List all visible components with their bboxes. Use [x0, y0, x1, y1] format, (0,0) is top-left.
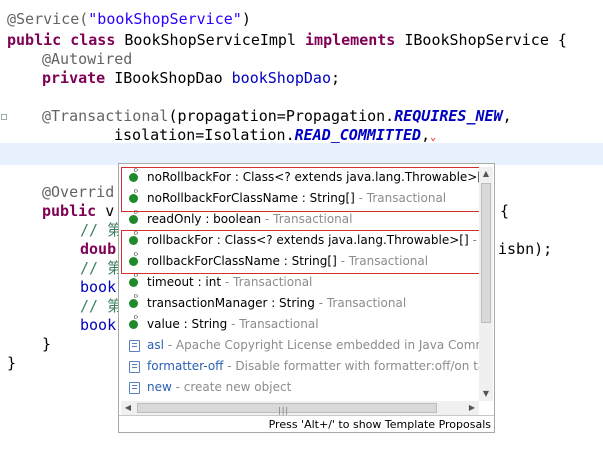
- proposal-item[interactable]: ᴰ noRollbackForClassName : String[] - Tra…: [121, 188, 479, 209]
- code-text: }: [7, 354, 17, 372]
- green-circle-icon: ᴰ: [129, 189, 138, 203]
- proposal-item[interactable]: ᴰ transactionManager : String - Transacti…: [121, 293, 479, 314]
- proposal-source: - Transactional: [336, 254, 429, 268]
- scroll-up-icon[interactable]: ▲: [479, 167, 493, 181]
- field-name: book: [80, 278, 117, 296]
- green-circle-icon: ᴰ: [129, 252, 138, 266]
- green-circle-icon: ᴰ: [129, 273, 138, 287]
- code-line-11-tail: isbn);: [498, 238, 552, 260]
- scroll-right-icon[interactable]: ▶: [465, 401, 479, 415]
- keyword: doub: [80, 240, 117, 258]
- keyword: public: [42, 202, 97, 220]
- string-literal: "bookShopService": [88, 10, 242, 28]
- code-text: IBookShopService {: [395, 31, 567, 49]
- comment: // 第: [80, 221, 123, 239]
- proposal-name: new: [147, 380, 172, 394]
- code-text: v: [96, 202, 115, 220]
- scroll-thumb[interactable]: [481, 183, 491, 323]
- scroll-left-icon[interactable]: ◀: [121, 401, 135, 415]
- code-text: isbn);: [498, 240, 553, 258]
- annotation: @Autowired: [42, 50, 133, 68]
- proposal-source: - Transactional: [227, 317, 319, 331]
- proposal-name: asl: [147, 338, 164, 352]
- code-text: }: [42, 335, 52, 353]
- annotation: @Overrid: [42, 183, 115, 201]
- code-text: ): [241, 10, 251, 28]
- proposal-name: noRollbackForClassName : String[]: [147, 191, 355, 205]
- keyword: private: [42, 69, 106, 87]
- proposal-item[interactable]: ᴰ noRollbackFor : Class<? extends java.la…: [121, 167, 479, 188]
- code-line-15: book: [80, 314, 116, 336]
- annotation: @Transactional: [42, 107, 169, 125]
- proposal-list[interactable]: ᴰ noRollbackFor : Class<? extends java.la…: [121, 167, 479, 401]
- constant: READ_COMMITTED: [294, 126, 422, 144]
- proposal-source: - Disable formatter with formatter:off/o…: [223, 359, 479, 373]
- vertical-scrollbar[interactable]: ▲ ▼: [479, 167, 493, 401]
- proposal-source: - Apache Copyright License embedded in J…: [163, 338, 479, 352]
- field-name: book: [80, 316, 117, 334]
- proposal-item[interactable]: ᴰ rollbackForClassName : String[] - Trans…: [121, 251, 479, 272]
- scroll-down-icon[interactable]: ▼: [479, 387, 493, 401]
- proposal-item[interactable]: ᴰ rollbackFor : Class<? extends java.lang…: [121, 230, 479, 251]
- proposal-item[interactable]: new - create new object: [121, 377, 479, 398]
- keyword: public: [7, 31, 62, 49]
- proposal-name: rollbackForClassName : String[]: [147, 254, 337, 268]
- field-name: bookShopDao: [231, 69, 331, 87]
- template-icon: [129, 361, 140, 373]
- code-line-4: private IBookShopDao bookShopDao;: [42, 67, 340, 89]
- scroll-thumb[interactable]: |||: [137, 403, 437, 415]
- code-text: (propagation=Propagation.: [168, 107, 395, 125]
- keyword: class: [70, 31, 116, 49]
- code-text: ;: [331, 69, 341, 87]
- proposal-name: timeout : int: [147, 275, 222, 289]
- proposal-item[interactable]: ᴰ timeout : int - Transactional: [121, 272, 479, 293]
- code-text: {: [500, 202, 510, 220]
- proposal-name: readOnly : boolean: [147, 212, 262, 226]
- code-line-9-tail: {: [500, 200, 509, 222]
- status-hint: Press 'Alt+/' to show Template Proposals: [119, 415, 494, 432]
- green-circle-icon: ᴰ: [129, 168, 138, 182]
- content-assist-popup[interactable]: ᴰ noRollbackFor : Class<? extends java.la…: [118, 163, 495, 433]
- proposal-source: - Transactional: [221, 275, 313, 289]
- template-icon: [129, 340, 140, 352]
- code-text: ,: [421, 126, 431, 144]
- grip-icon: |||: [278, 406, 290, 415]
- comment: // 第: [80, 297, 123, 315]
- proposal-name: value : String: [147, 317, 228, 331]
- green-circle-icon: ᴰ: [129, 294, 138, 308]
- proposal-source: - Transactional: [314, 296, 407, 310]
- proposal-source: - create new object: [171, 380, 292, 394]
- class-name: BookShopServiceImpl: [115, 31, 306, 49]
- code-text: IBookShopDao: [105, 69, 232, 87]
- horizontal-scrollbar[interactable]: ◀ ||| ▶: [121, 401, 479, 415]
- annotation: @Service(: [7, 10, 89, 28]
- error-marker-icon: ⌄: [430, 132, 437, 143]
- proposal-name: noRollbackFor : Class<? extends java.lan…: [147, 170, 479, 184]
- code-text: ,: [502, 107, 512, 125]
- proposal-source: - Transactional: [354, 191, 447, 205]
- current-line[interactable]: [0, 143, 603, 165]
- proposal-name: transactionManager : String: [147, 296, 315, 310]
- code-line-16: }: [42, 333, 51, 355]
- green-circle-icon: ᴰ: [129, 231, 138, 245]
- code-line-1: @Service("bookShopService"): [7, 8, 251, 30]
- proposal-source: - Tr: [472, 233, 479, 247]
- code-text: isolation=Isolation.: [114, 126, 295, 144]
- proposal-source: - Transactional: [261, 212, 353, 226]
- proposal-item[interactable]: ᴰ value : String - Transactional: [121, 314, 479, 335]
- green-circle-icon: ᴰ: [129, 315, 138, 329]
- code-line-17: }: [7, 352, 16, 374]
- proposal-name: formatter-off: [147, 359, 224, 373]
- template-icon: [129, 382, 140, 394]
- constant: REQUIRES_NEW: [394, 107, 503, 125]
- proposal-name: rollbackFor : Class<? extends java.lang.…: [147, 233, 469, 247]
- fold-marker[interactable]: [1, 114, 7, 120]
- comment: // 第: [80, 259, 123, 277]
- proposal-item[interactable]: ᴰ readOnly : boolean - Transactional: [121, 209, 479, 230]
- proposal-item[interactable]: asl - Apache Copyright License embedded …: [121, 335, 479, 356]
- keyword: implements: [305, 31, 396, 49]
- green-circle-icon: ᴰ: [129, 210, 138, 224]
- proposal-item[interactable]: formatter-off - Disable formatter with f…: [121, 356, 479, 377]
